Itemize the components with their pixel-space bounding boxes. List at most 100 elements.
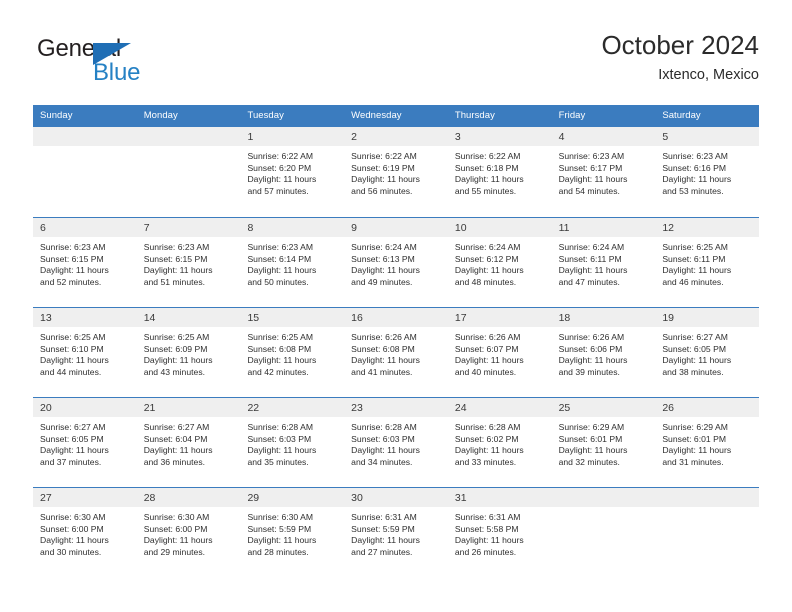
calendar-day-cell[interactable]: 31 Sunrise: 6:31 AM Sunset: 5:58 PM Dayligh…: [447, 488, 552, 577]
day-number-band: 10: [447, 218, 552, 237]
sunrise-text: Sunrise: 6:22 AM: [351, 151, 417, 161]
calendar-day-cell[interactable]: 28 Sunrise: 6:30 AM Sunset: 6:00 PM Dayligh…: [136, 488, 241, 577]
calendar-day-cell[interactable]: 11 Sunrise: 6:24 AM Sunset: 6:11 PM Dayligh…: [551, 218, 656, 307]
day-details: Sunrise: 6:24 AM Sunset: 6:13 PM Daylight:…: [344, 237, 448, 288]
sunset-text: Sunset: 6:08 PM: [247, 343, 312, 354]
calendar-day-cell[interactable]: 1 Sunrise: 6:22 AM Sunset: 6:20 PM Daylight…: [240, 127, 345, 217]
daylight-text-cont: and 57 minutes.: [247, 185, 309, 196]
calendar-day-cell[interactable]: 22 Sunrise: 6:28 AM Sunset: 6:03 PM Dayligh…: [240, 398, 345, 487]
day-number: 11: [558, 222, 570, 234]
calendar-day-cell[interactable]: 25 Sunrise: 6:29 AM Sunset: 6:01 PM Dayligh…: [551, 398, 656, 487]
sunrise-text: Sunrise: 6:23 AM: [143, 242, 210, 252]
page-title: October 2024: [601, 30, 759, 60]
sunrise-text: Sunrise: 6:27 AM: [40, 422, 106, 432]
daylight-text: Daylight: 11 hours: [454, 445, 524, 456]
day-number-band: 24: [447, 398, 552, 417]
daylight-text: Daylight: 11 hours: [454, 535, 524, 546]
calendar-day-cell[interactable]: 18 Sunrise: 6:26 AM Sunset: 6:06 PM Dayligh…: [551, 308, 656, 397]
sunset-text: Sunset: 6:12 PM: [454, 253, 519, 264]
sunset-text: Sunset: 6:08 PM: [351, 343, 415, 354]
sunset-text: Sunset: 6:00 PM: [40, 523, 104, 534]
calendar-day-cell[interactable]: 30 Sunrise: 6:31 AM Sunset: 5:59 PM Dayligh…: [344, 488, 448, 577]
sunrise-text: Sunrise: 6:28 AM: [351, 422, 417, 432]
daylight-text-cont: and 34 minutes.: [351, 456, 413, 467]
daylight-text: Daylight: 11 hours: [351, 535, 420, 546]
calendar-day-cell[interactable]: 19 Sunrise: 6:27 AM Sunset: 6:05 PM Dayligh…: [655, 308, 760, 397]
logo-text-blue: Blue: [93, 59, 141, 86]
calendar-day-cell[interactable]: 27 Sunrise: 6:30 AM Sunset: 6:00 PM Dayligh…: [33, 488, 137, 577]
day-details: Sunrise: 6:25 AM Sunset: 6:08 PM Daylight:…: [240, 327, 344, 378]
sunset-text: Sunset: 6:03 PM: [247, 433, 312, 444]
calendar-day-cell[interactable]: 5 Sunrise: 6:23 AM Sunset: 6:16 PM Daylight…: [655, 127, 760, 217]
sunset-text: Sunset: 6:03 PM: [351, 433, 415, 444]
sunset-text: Sunset: 6:09 PM: [143, 343, 208, 354]
calendar-day-cell[interactable]: 15 Sunrise: 6:25 AM Sunset: 6:08 PM Dayligh…: [240, 308, 345, 397]
calendar-day-cell[interactable]: 7 Sunrise: 6:23 AM Sunset: 6:15 PM Daylight…: [136, 218, 241, 307]
day-number: 22: [247, 402, 260, 414]
calendar-day-cell[interactable]: 3 Sunrise: 6:22 AM Sunset: 6:18 PM Daylight…: [447, 127, 552, 217]
daylight-text-cont: and 48 minutes.: [454, 276, 517, 287]
daylight-text: Daylight: 11 hours: [40, 355, 109, 366]
daylight-text: Daylight: 11 hours: [454, 355, 524, 366]
calendar-day-cell[interactable]: 12 Sunrise: 6:25 AM Sunset: 6:11 PM Dayligh…: [655, 218, 760, 307]
calendar-day-cell[interactable]: 23 Sunrise: 6:28 AM Sunset: 6:03 PM Dayligh…: [344, 398, 448, 487]
sunrise-text: Sunrise: 6:23 AM: [662, 151, 728, 161]
day-details: Sunrise: 6:27 AM Sunset: 6:05 PM Daylight:…: [33, 417, 137, 468]
calendar-day-cell[interactable]: 20 Sunrise: 6:27 AM Sunset: 6:05 PM Dayligh…: [33, 398, 137, 487]
general-blue-logo[interactable]: General Blue: [37, 36, 217, 92]
calendar-day-cell[interactable]: 21 Sunrise: 6:27 AM Sunset: 6:04 PM Dayligh…: [136, 398, 241, 487]
sunset-text: Sunset: 6:13 PM: [351, 253, 415, 264]
calendar-week-row: 20 Sunrise: 6:27 AM Sunset: 6:05 PM Dayligh…: [33, 397, 760, 487]
day-number: 24: [454, 402, 467, 414]
daylight-text: Daylight: 11 hours: [143, 445, 213, 456]
day-number: 8: [247, 222, 254, 234]
day-number-band: 15: [240, 308, 345, 327]
calendar-day-cell[interactable]: 4 Sunrise: 6:23 AM Sunset: 6:17 PM Daylight…: [551, 127, 656, 217]
calendar-day-cell[interactable]: 10 Sunrise: 6:24 AM Sunset: 6:12 PM Dayligh…: [447, 218, 552, 307]
calendar-day-cell[interactable]: 6 Sunrise: 6:23 AM Sunset: 6:15 PM Daylight…: [33, 218, 137, 307]
day-number: 27: [40, 492, 52, 504]
calendar-day-cell[interactable]: 17 Sunrise: 6:26 AM Sunset: 6:07 PM Dayligh…: [447, 308, 552, 397]
day-details: Sunrise: 6:29 AM Sunset: 6:01 PM Daylight:…: [552, 417, 656, 468]
calendar-day-cell[interactable]: 13 Sunrise: 6:25 AM Sunset: 6:10 PM Dayligh…: [33, 308, 137, 397]
sunrise-text: Sunrise: 6:25 AM: [143, 332, 210, 342]
daylight-text-cont: and 43 minutes.: [143, 366, 206, 377]
sunset-text: Sunset: 6:17 PM: [558, 162, 623, 173]
day-details: Sunrise: 6:30 AM Sunset: 6:00 PM Daylight:…: [33, 507, 137, 558]
day-number-band: [655, 488, 760, 507]
calendar-day-cell[interactable]: 26 Sunrise: 6:29 AM Sunset: 6:01 PM Dayligh…: [655, 398, 760, 487]
calendar-week-row: 1 Sunrise: 6:22 AM Sunset: 6:20 PM Daylight…: [33, 127, 760, 217]
calendar-day-cell[interactable]: 2 Sunrise: 6:22 AM Sunset: 6:19 PM Daylight…: [344, 127, 448, 217]
day-number: 5: [662, 131, 669, 143]
day-details: [137, 146, 241, 151]
sunset-text: Sunset: 5:58 PM: [454, 523, 519, 534]
sunset-text: Sunset: 6:02 PM: [454, 433, 519, 444]
day-details: [552, 507, 656, 512]
daylight-text: Daylight: 11 hours: [143, 355, 213, 366]
calendar-day-cell[interactable]: 24 Sunrise: 6:28 AM Sunset: 6:02 PM Dayligh…: [447, 398, 552, 487]
page-subtitle: Ixtenco, Mexico: [658, 67, 759, 83]
calendar-day-cell-empty: [655, 488, 760, 577]
day-of-week-header: Sunday Monday Tuesday Wednesday Thursday Frid…: [33, 105, 759, 127]
day-number: 20: [40, 402, 52, 414]
calendar-day-cell[interactable]: 9 Sunrise: 6:24 AM Sunset: 6:13 PM Daylight…: [344, 218, 448, 307]
day-details: Sunrise: 6:26 AM Sunset: 6:06 PM Daylight:…: [552, 327, 656, 378]
day-details: Sunrise: 6:31 AM Sunset: 5:59 PM Daylight:…: [344, 507, 448, 558]
calendar-day-cell[interactable]: 16 Sunrise: 6:26 AM Sunset: 6:08 PM Dayligh…: [344, 308, 448, 397]
day-details: Sunrise: 6:23 AM Sunset: 6:15 PM Daylight:…: [137, 237, 241, 288]
sunrise-text: Sunrise: 6:28 AM: [454, 422, 521, 432]
sunrise-text: Sunrise: 6:30 AM: [40, 512, 106, 522]
calendar-day-cell[interactable]: 8 Sunrise: 6:23 AM Sunset: 6:14 PM Daylight…: [240, 218, 345, 307]
calendar-day-cell[interactable]: 29 Sunrise: 6:30 AM Sunset: 5:59 PM Dayligh…: [240, 488, 345, 577]
calendar-day-cell[interactable]: 14 Sunrise: 6:25 AM Sunset: 6:09 PM Dayligh…: [136, 308, 241, 397]
day-number-band: [136, 127, 241, 146]
daylight-text-cont: and 38 minutes.: [662, 366, 724, 377]
daylight-text: Daylight: 11 hours: [662, 355, 732, 366]
daylight-text: Daylight: 11 hours: [247, 535, 317, 546]
day-number-band: 4: [551, 127, 656, 146]
day-number: 1: [247, 131, 254, 143]
sunrise-text: Sunrise: 6:24 AM: [454, 242, 521, 252]
day-of-week-thursday: Thursday: [454, 110, 495, 121]
day-number-band: 2: [344, 127, 448, 146]
sunrise-text: Sunrise: 6:24 AM: [558, 242, 625, 252]
